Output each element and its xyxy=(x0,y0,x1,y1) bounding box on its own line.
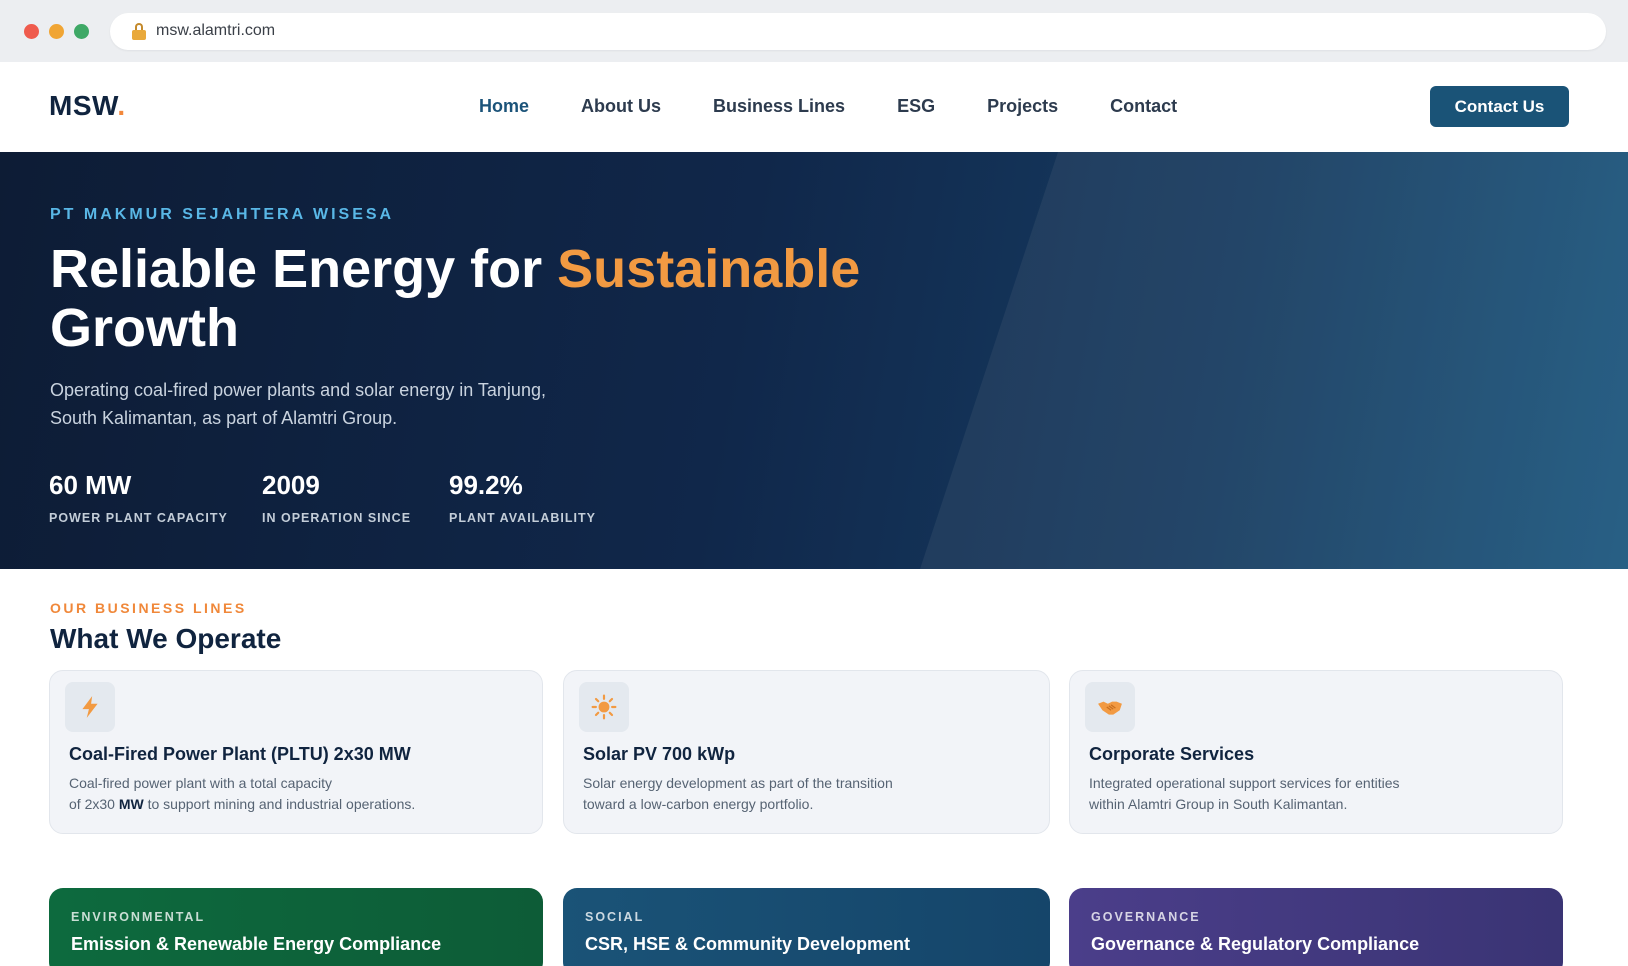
nav-link-business-lines[interactable]: Business Lines xyxy=(713,96,845,120)
stat-availability: 99.2% PLANT AVAILABILITY xyxy=(449,470,596,525)
hero-subtitle: Operating coal-fired power plants and so… xyxy=(50,380,546,428)
address-bar[interactable]: msw.alamtri.com xyxy=(110,13,1606,50)
card-title: Corporate Services xyxy=(1089,744,1255,764)
card-description: Solar energy development as part of the … xyxy=(583,775,893,812)
nav-link-home[interactable]: Home xyxy=(479,96,529,120)
card-description: Integrated operational support services … xyxy=(1089,775,1400,812)
card-title: Solar PV 700 kWp xyxy=(583,744,736,764)
nav-link-contact[interactable]: Contact xyxy=(1110,96,1177,120)
esg-card-governance[interactable]: GOVERNANCE Governance & Regulatory Compl… xyxy=(1069,888,1563,966)
site-header: MSW. Home About Us Business Lines ESG Pr… xyxy=(0,62,1628,152)
web-page: MSW. Home About Us Business Lines ESG Pr… xyxy=(0,62,1628,966)
nav-link-esg[interactable]: ESG xyxy=(897,96,935,120)
business-card-corporate[interactable]: Corporate Services Integrated operationa… xyxy=(1069,670,1563,834)
card-description: Coal-fired power plant with a total capa… xyxy=(69,775,416,812)
minimize-window-button[interactable] xyxy=(49,24,64,39)
nav-link-projects[interactable]: Projects xyxy=(987,96,1058,120)
contact-us-button[interactable]: Contact Us xyxy=(1430,86,1569,127)
nav-link-about-us[interactable]: About Us xyxy=(581,96,661,120)
lock-icon xyxy=(132,23,146,40)
url-text: msw.alamtri.com xyxy=(156,22,276,39)
sun-icon xyxy=(579,682,629,732)
stat-capacity: 60 MW POWER PLANT CAPACITY xyxy=(49,470,228,525)
section-eyebrow: OUR BUSINESS LINES xyxy=(50,600,247,616)
main-nav: Home About Us Business Lines ESG Project… xyxy=(479,96,1229,120)
close-window-button[interactable] xyxy=(24,24,39,39)
stat-operation-since: 2009 IN OPERATION SINCE xyxy=(262,470,412,525)
hero-title: Reliable Energy for Sustainable Growth xyxy=(50,239,861,358)
lightning-icon xyxy=(65,682,115,732)
business-lines-section: OUR BUSINESS LINES What We Operate Coal-… xyxy=(0,569,1628,966)
card-title: Coal-Fired Power Plant (PLTU) 2x30 MW xyxy=(69,744,411,764)
browser-window: msw.alamtri.com MSW. Home About Us Busin… xyxy=(0,0,1628,966)
esg-card-social[interactable]: SOCIAL CSR, HSE & Community Development xyxy=(563,888,1050,966)
site-logo[interactable]: MSW. xyxy=(49,90,126,122)
hero-eyebrow: PT MAKMUR SEJAHTERA WISESA xyxy=(50,206,395,223)
esg-card-environmental[interactable]: ENVIRONMENTAL Emission & Renewable Energ… xyxy=(49,888,543,966)
business-card-solar[interactable]: Solar PV 700 kWp Solar energy developmen… xyxy=(563,670,1050,834)
hero-section: PT MAKMUR SEJAHTERA WISESA Reliable Ener… xyxy=(0,152,1628,569)
maximize-window-button[interactable] xyxy=(74,24,89,39)
section-title: What We Operate xyxy=(50,623,282,654)
browser-toolbar: msw.alamtri.com xyxy=(0,0,1628,62)
handshake-icon xyxy=(1085,682,1135,732)
business-card-coal[interactable]: Coal-Fired Power Plant (PLTU) 2x30 MW Co… xyxy=(49,670,543,834)
